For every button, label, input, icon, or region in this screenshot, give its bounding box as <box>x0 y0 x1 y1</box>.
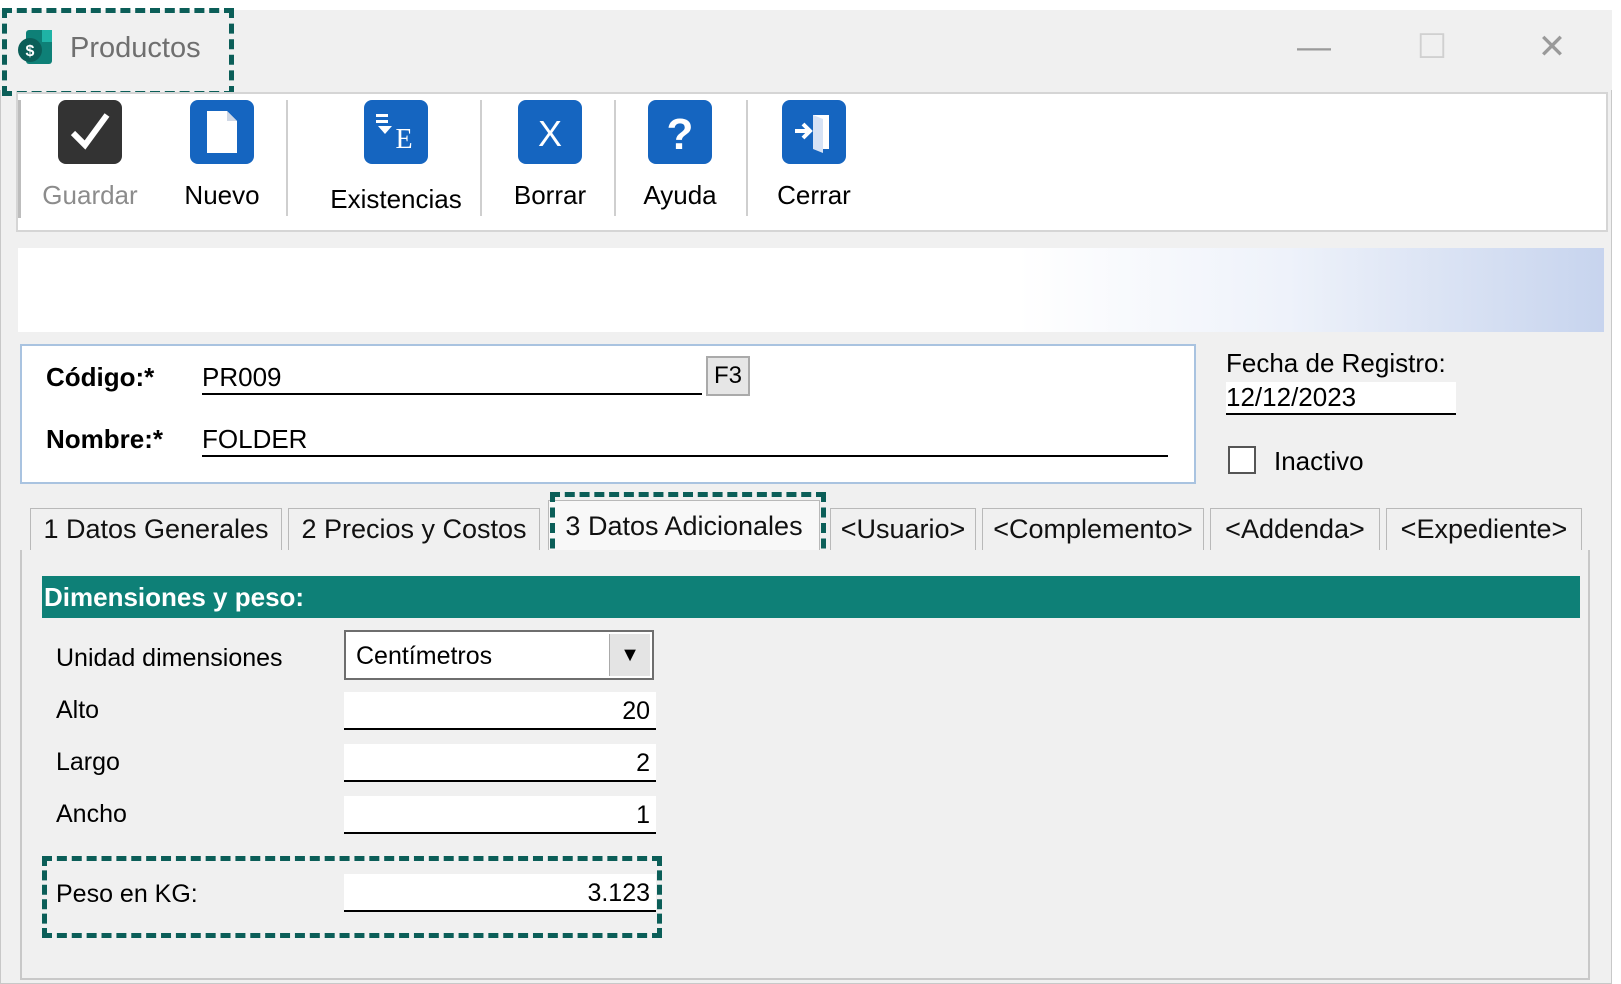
tab-usuario[interactable]: <Usuario> <box>830 508 976 550</box>
inactivo-checkbox[interactable] <box>1228 446 1256 474</box>
toolbar-separator <box>286 100 288 216</box>
fecha-registro-field[interactable]: 12/12/2023 <box>1226 382 1456 415</box>
ancho-field[interactable]: 1 <box>344 796 656 834</box>
ayuda-button[interactable]: ? Ayuda <box>624 100 736 222</box>
guardar-label: Guardar <box>42 180 138 210</box>
document-icon <box>190 100 254 164</box>
tab-datos-generales[interactable]: 1 Datos Generales <box>30 508 282 550</box>
title-bar <box>0 10 1612 90</box>
cerrar-button[interactable]: Cerrar <box>758 100 870 222</box>
guardar-button[interactable]: Guardar <box>34 100 146 222</box>
tab-precios-costos[interactable]: 2 Precios y Costos <box>288 508 540 550</box>
nuevo-label: Nuevo <box>184 180 260 210</box>
borrar-button[interactable]: X Borrar <box>494 100 606 222</box>
unidad-dimensiones-label: Unidad dimensiones <box>56 644 283 672</box>
tab-expediente[interactable]: <Expediente> <box>1386 508 1582 550</box>
maximize-button[interactable]: ☐ <box>1402 24 1462 70</box>
cerrar-label: Cerrar <box>777 180 851 210</box>
header-banner <box>18 248 1604 332</box>
existencias-button[interactable]: E Existencias <box>316 100 476 222</box>
svg-text:?: ? <box>667 110 694 157</box>
alto-label: Alto <box>56 696 100 724</box>
nombre-label: Nombre:* <box>46 424 164 454</box>
chevron-down-icon[interactable]: ▼ <box>609 634 650 676</box>
peso-highlight-box <box>42 856 662 938</box>
toolbar-separator <box>614 100 616 216</box>
close-button[interactable]: ✕ <box>1522 24 1582 70</box>
toolbar-grip <box>18 100 21 218</box>
unidad-dimensiones-value: Centímetros <box>356 642 493 670</box>
inactivo-label[interactable]: Inactivo <box>1274 446 1364 477</box>
codigo-label: Código:* <box>46 362 155 392</box>
unidad-dimensiones-select[interactable]: Centímetros ▼ <box>344 630 654 680</box>
borrar-label: Borrar <box>513 180 587 210</box>
existencias-label: Existencias <box>330 184 462 214</box>
delete-x-icon: X <box>518 100 582 164</box>
nombre-field[interactable]: FOLDER <box>202 424 1168 457</box>
inventory-icon: E <box>364 100 428 164</box>
help-icon: ? <box>648 100 712 164</box>
nuevo-button[interactable]: Nuevo <box>166 100 278 222</box>
tab-addenda[interactable]: <Addenda> <box>1210 508 1380 550</box>
tab-complemento[interactable]: <Complemento> <box>982 508 1204 550</box>
codigo-field[interactable]: PR009 <box>202 362 702 395</box>
title-highlight-box <box>2 8 234 96</box>
toolbar-separator <box>746 100 748 216</box>
ancho-label: Ancho <box>56 800 127 828</box>
check-icon <box>58 100 122 164</box>
section-header: Dimensiones y peso: <box>42 576 1580 618</box>
exit-door-icon <box>782 100 846 164</box>
largo-label: Largo <box>56 748 120 776</box>
f3-lookup-button[interactable]: F3 <box>706 356 750 396</box>
toolbar-separator <box>480 100 482 216</box>
largo-field[interactable]: 2 <box>344 744 656 782</box>
alto-field[interactable]: 20 <box>344 692 656 730</box>
svg-text:X: X <box>538 113 562 154</box>
svg-text:E: E <box>395 124 412 155</box>
minimize-button[interactable]: — <box>1284 24 1344 70</box>
fecha-registro-label: Fecha de Registro: <box>1226 348 1446 378</box>
ayuda-label: Ayuda <box>643 180 717 210</box>
